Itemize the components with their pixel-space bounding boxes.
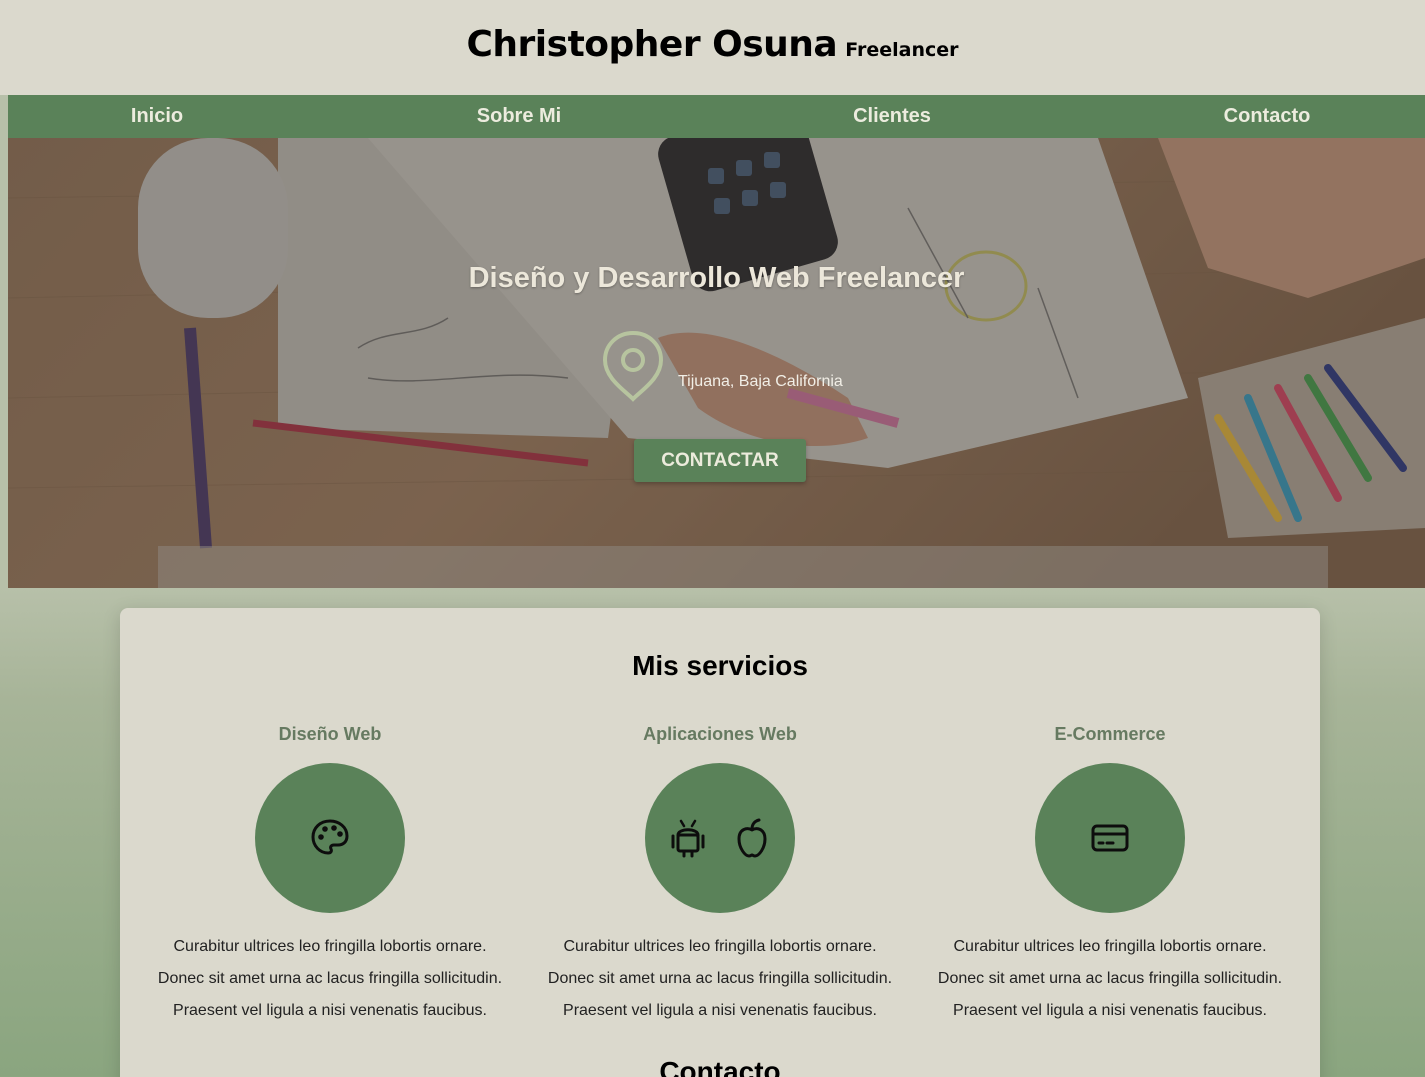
service-title: Aplicaciones Web: [643, 724, 797, 744]
palette-icon: [311, 819, 349, 855]
service-description-line: Praesent vel ligula a nisi venenatis fau…: [563, 1002, 877, 1019]
service-description: Curabitur ultrices leo fringilla loborti…: [525, 931, 915, 1027]
credit-card-icon: [1091, 824, 1129, 852]
service-description-line: Donec sit amet urna ac lacus fringilla s…: [157, 970, 503, 987]
nav-item-inicio[interactable]: Inicio: [131, 95, 183, 138]
contact-section-title: Contacto: [659, 1056, 781, 1077]
service-item-aplicaciones-web: Aplicaciones Web Curabitur ultrices leo …: [525, 720, 915, 1027]
service-description-line: Curabitur ultrices leo fringilla loborti…: [173, 938, 487, 955]
main-nav: Inicio Sobre Mi Clientes Contacto: [8, 95, 1425, 138]
android-icon: [671, 819, 705, 858]
service-description-line: Donec sit amet urna ac lacus fringilla s…: [937, 970, 1283, 987]
service-description: Curabitur ultrices leo fringilla loborti…: [135, 931, 525, 1027]
contact-button[interactable]: CONTACTAR: [634, 439, 806, 482]
service-description: Curabitur ultrices leo fringilla loborti…: [915, 931, 1305, 1027]
services-card: Mis servicios Diseño Web Curabitur ultri…: [120, 608, 1320, 1077]
hero-banner: Diseño y Desarrollo Web Freelancer Tijua…: [8, 138, 1425, 588]
site-title: Christopher Osuna: [466, 24, 838, 65]
brand: Christopher Osuna Freelancer: [0, 24, 1425, 65]
apple-icon: [737, 818, 767, 858]
service-icon-circle: [645, 763, 795, 913]
service-icon-circle: [1035, 763, 1185, 913]
location-text: Tijuana, Baja California: [678, 373, 843, 390]
service-title: E-Commerce: [1054, 724, 1166, 744]
service-item-diseno-web: Diseño Web Curabitur ultrices leo fringi…: [135, 720, 525, 1027]
service-description-line: Curabitur ultrices leo fringilla loborti…: [953, 938, 1267, 955]
service-description-line: Curabitur ultrices leo fringilla loborti…: [563, 938, 877, 955]
hero-title: Diseño y Desarrollo Web Freelancer: [468, 262, 965, 294]
service-description-line: Praesent vel ligula a nisi venenatis fau…: [953, 1002, 1267, 1019]
service-icon-circle: [255, 763, 405, 913]
service-description-line: Donec sit amet urna ac lacus fringilla s…: [547, 970, 893, 987]
location-pin-icon: [602, 330, 664, 402]
nav-item-contacto[interactable]: Contacto: [1224, 95, 1311, 138]
hero-overlay: [8, 138, 1425, 588]
nav-item-clientes[interactable]: Clientes: [853, 95, 931, 138]
services-title: Mis servicios: [632, 650, 808, 681]
site-header: Christopher Osuna Freelancer: [0, 0, 1425, 95]
service-title: Diseño Web: [278, 724, 382, 744]
site-subtitle: Freelancer: [845, 39, 959, 61]
service-description-line: Praesent vel ligula a nisi venenatis fau…: [173, 1002, 487, 1019]
nav-item-sobre-mi[interactable]: Sobre Mi: [477, 95, 561, 138]
service-item-e-commerce: E-Commerce Curabitur ultrices leo fringi…: [915, 720, 1305, 1027]
